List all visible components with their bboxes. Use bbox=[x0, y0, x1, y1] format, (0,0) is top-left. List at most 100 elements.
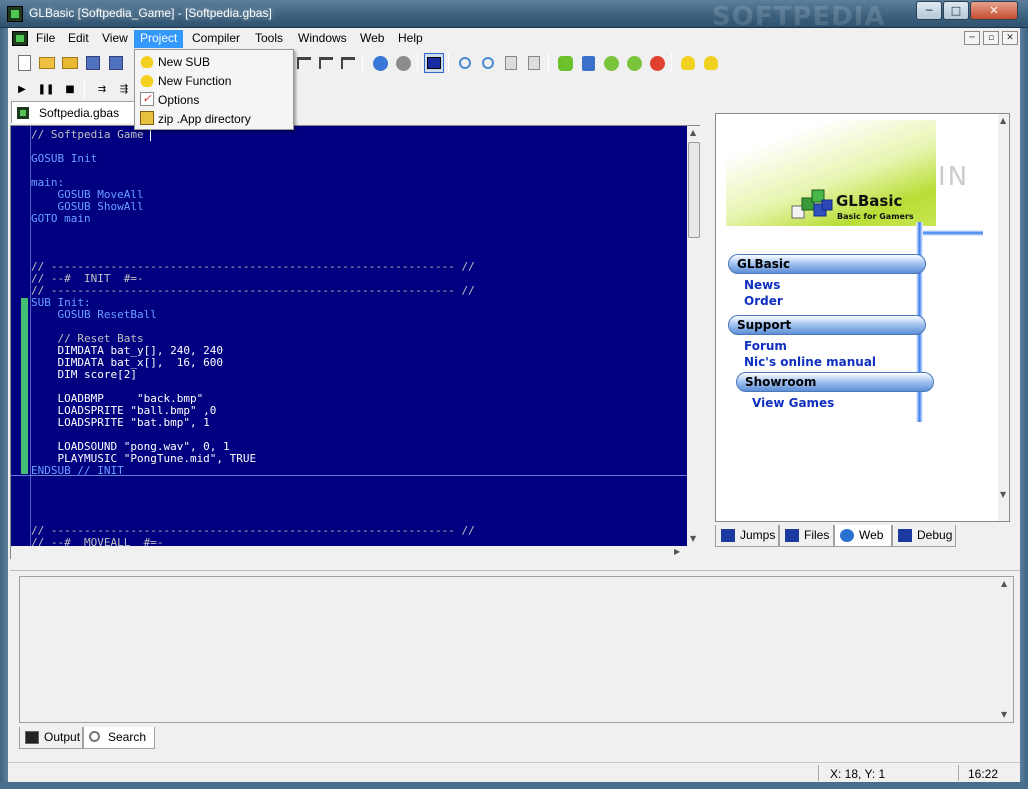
tab-web[interactable]: Web bbox=[834, 525, 892, 547]
run-icon[interactable] bbox=[601, 53, 621, 73]
stop-icon[interactable] bbox=[647, 53, 667, 73]
menu-file[interactable]: File bbox=[30, 30, 61, 48]
title-bar: GLBasic [Softpedia_Game] - [Softpedia.gb… bbox=[0, 0, 1028, 32]
play-icon[interactable]: ▶ bbox=[12, 79, 32, 99]
scroll-thumb[interactable] bbox=[688, 142, 700, 238]
mdi-close-button[interactable]: ✕ bbox=[1002, 31, 1018, 45]
new-sub-toolbar-icon[interactable] bbox=[678, 53, 698, 73]
stop-debug-icon[interactable]: ■ bbox=[60, 79, 80, 99]
tab-web-label: Web bbox=[859, 528, 884, 542]
decorative-blue-bar bbox=[923, 230, 983, 236]
tab-jumps[interactable]: Jumps bbox=[715, 525, 779, 547]
undo-icon[interactable] bbox=[370, 53, 390, 73]
scroll-right-icon[interactable]: ▶ bbox=[674, 547, 680, 556]
menu-project[interactable]: Project bbox=[134, 30, 184, 48]
link-forum[interactable]: Forum bbox=[744, 339, 787, 353]
link-online-manual[interactable]: Nic's online manual bbox=[744, 355, 876, 369]
scroll-down-icon[interactable]: ▼ bbox=[1001, 710, 1007, 719]
menu-edit[interactable]: Edit bbox=[62, 30, 95, 48]
tab-label: Softpedia.gbas bbox=[39, 106, 120, 120]
tab-debug[interactable]: Debug bbox=[892, 525, 956, 547]
search-icon[interactable] bbox=[478, 53, 498, 73]
mdi-restore-button[interactable]: ▫ bbox=[983, 31, 999, 45]
tab-files[interactable]: Files bbox=[779, 525, 834, 547]
editor-vertical-scrollbar[interactable]: ▲ ▼ bbox=[687, 126, 701, 546]
document-system-icon[interactable] bbox=[12, 31, 28, 46]
toolbar-separator bbox=[417, 53, 418, 73]
menu-windows[interactable]: Windows bbox=[292, 30, 353, 48]
debug-icon bbox=[898, 529, 912, 542]
save-all-icon[interactable] bbox=[106, 53, 126, 73]
pause-icon[interactable]: ❚❚ bbox=[36, 79, 56, 99]
menu-web[interactable]: Web bbox=[354, 30, 390, 48]
code-line: DIM score[2] bbox=[31, 368, 137, 381]
menu-view[interactable]: View bbox=[96, 30, 134, 48]
window-title: GLBasic [Softpedia_Game] - [Softpedia.gb… bbox=[29, 6, 272, 20]
maximize-button[interactable]: □ bbox=[943, 1, 969, 20]
output-panel: ▲ ▼ Output Search bbox=[10, 570, 1020, 750]
toolbar-separator bbox=[448, 53, 449, 73]
zoom-icon[interactable] bbox=[455, 53, 475, 73]
menu-item-zip-app-directory[interactable]: zip .App directory bbox=[137, 109, 291, 128]
menu-compiler[interactable]: Compiler bbox=[186, 30, 246, 48]
compile-icon[interactable] bbox=[555, 53, 575, 73]
new-function-toolbar-icon[interactable] bbox=[701, 53, 721, 73]
glbasic-app-icon[interactable] bbox=[7, 6, 23, 22]
edit-icon[interactable] bbox=[524, 53, 544, 73]
link-view-games[interactable]: View Games bbox=[752, 396, 834, 410]
scroll-down-icon[interactable]: ▼ bbox=[1000, 490, 1006, 499]
options-checkbox-icon: ✓ bbox=[140, 92, 154, 106]
link-news[interactable]: News bbox=[744, 278, 780, 292]
section-header-showroom: Showroom bbox=[736, 372, 934, 392]
menu-item-label: Options bbox=[158, 93, 200, 107]
scroll-down-icon[interactable]: ▼ bbox=[690, 534, 696, 543]
mdi-minimize-button[interactable]: ─ bbox=[964, 31, 980, 45]
menu-item-new-sub[interactable]: New SUB bbox=[137, 52, 291, 71]
bookmark-icon[interactable] bbox=[501, 53, 521, 73]
build-icon[interactable] bbox=[578, 53, 598, 73]
find-prev-icon[interactable] bbox=[316, 53, 336, 73]
scroll-up-icon[interactable]: ▲ bbox=[1001, 579, 1007, 588]
changed-lines-marker bbox=[21, 298, 28, 474]
menu-tools[interactable]: Tools bbox=[249, 30, 289, 48]
new-file-icon[interactable] bbox=[14, 53, 34, 73]
link-order[interactable]: Order bbox=[744, 294, 783, 308]
minimize-button[interactable]: ─ bbox=[916, 1, 942, 20]
menu-item-label: zip .App directory bbox=[158, 112, 251, 126]
output-scrollbar[interactable]: ▲ ▼ bbox=[998, 577, 1013, 722]
open-project-icon[interactable] bbox=[60, 53, 80, 73]
code-line: GOSUB ResetBall bbox=[31, 308, 157, 321]
tab-output[interactable]: Output bbox=[19, 727, 83, 749]
replace-icon[interactable] bbox=[338, 53, 358, 73]
save-icon[interactable] bbox=[83, 53, 103, 73]
new-sub-icon bbox=[140, 54, 154, 68]
menu-item-new-function[interactable]: New Function bbox=[137, 71, 291, 90]
close-button[interactable]: ✕ bbox=[970, 1, 1018, 20]
banner-grey-text: IN bbox=[938, 162, 970, 192]
code-line: LOADSPRITE "bat.bmp", 1 bbox=[31, 416, 210, 429]
scroll-up-icon[interactable]: ▲ bbox=[690, 128, 696, 137]
tab-search[interactable]: Search bbox=[83, 727, 155, 749]
step-over-icon[interactable]: ⇶ bbox=[114, 79, 134, 99]
find-next-icon[interactable] bbox=[294, 53, 314, 73]
web-scrollbar[interactable]: ▲ ▼ bbox=[998, 114, 1009, 521]
menu-bar: File Edit View Project Compiler Tools Wi… bbox=[8, 28, 1020, 49]
output-textbox[interactable]: ▲ ▼ bbox=[19, 576, 1014, 723]
tab-softpedia-gbas[interactable]: Softpedia.gbas bbox=[11, 101, 139, 123]
scroll-up-icon[interactable]: ▲ bbox=[1000, 116, 1006, 125]
debug-run-icon[interactable] bbox=[624, 53, 644, 73]
menu-item-options[interactable]: ✓ Options bbox=[137, 90, 291, 109]
redo-icon[interactable] bbox=[393, 53, 413, 73]
open-folder-icon[interactable] bbox=[37, 53, 57, 73]
editor-horizontal-scrollbar[interactable]: ▶ bbox=[11, 546, 701, 559]
toggle-output-icon[interactable] bbox=[424, 53, 444, 73]
minimize-icon: ─ bbox=[925, 4, 933, 17]
step-into-icon[interactable]: ⇉ bbox=[92, 79, 112, 99]
code-area[interactable]: // Softpedia Game GOSUB Init main: GOSUB M… bbox=[11, 126, 687, 546]
web-browser-view[interactable]: GLBasic Basic for Gamers IN GLBasic News… bbox=[715, 113, 1010, 522]
window-frame-bottom bbox=[0, 782, 1028, 789]
search-icon bbox=[89, 731, 100, 742]
menu-help[interactable]: Help bbox=[392, 30, 429, 48]
new-function-icon bbox=[140, 73, 154, 87]
code-editor[interactable]: // Softpedia Game GOSUB Init main: GOSUB M… bbox=[10, 125, 701, 559]
